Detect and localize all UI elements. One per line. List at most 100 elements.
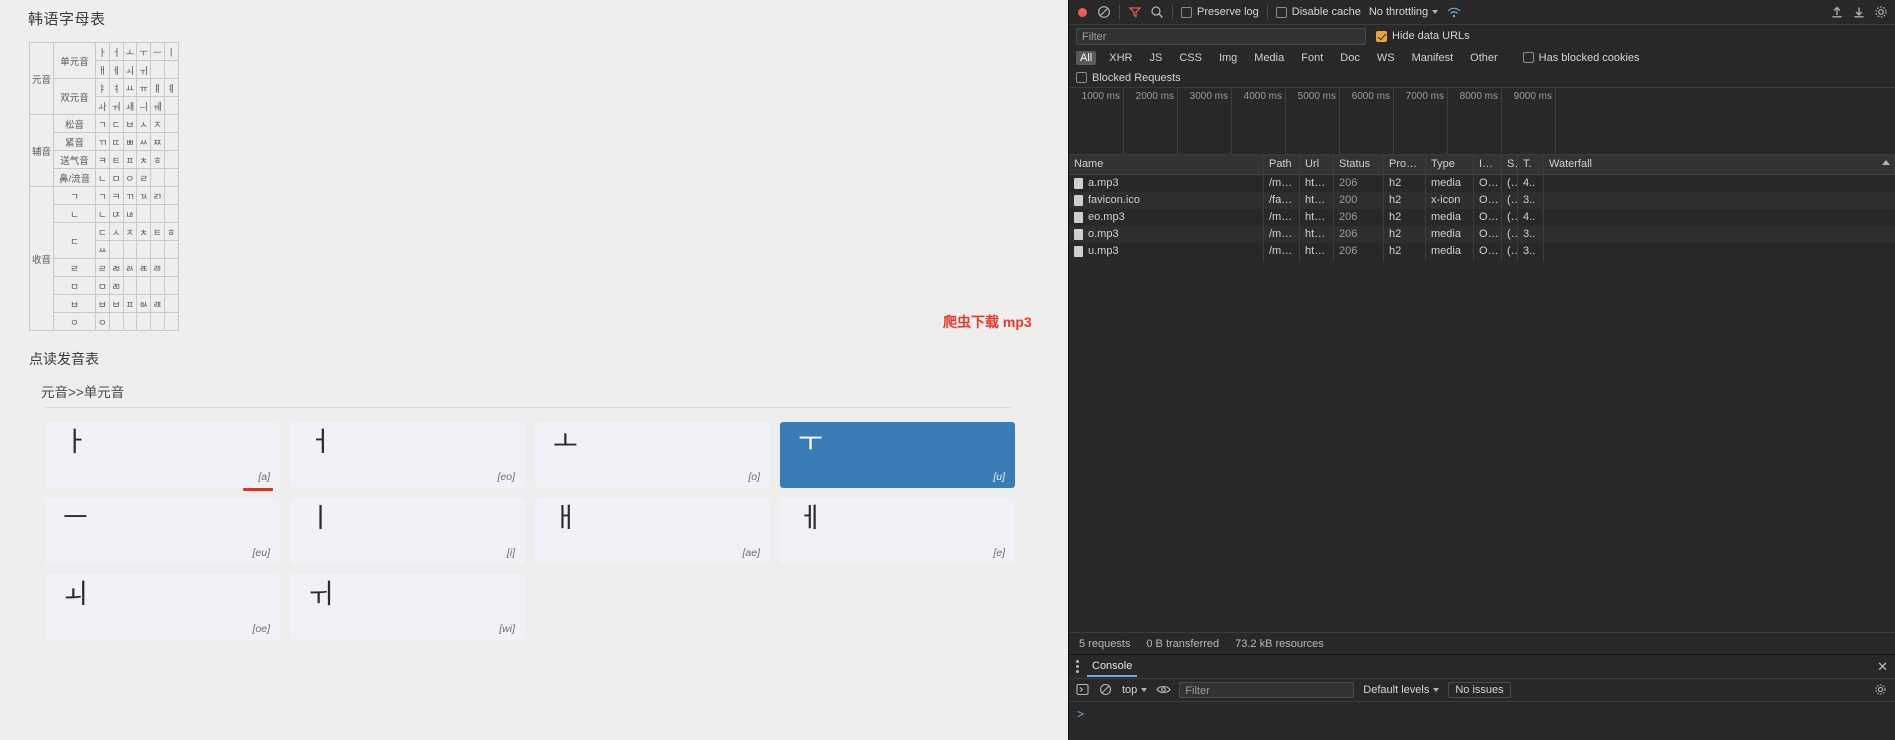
network-timeline-overview[interactable]: 1000 ms 2000 ms 3000 ms 4000 ms 5000 ms 6000 … xyxy=(1069,88,1895,155)
network-request-list[interactable]: a.mp3/m…htt…206h2mediaO…(…4..favicon.ico… xyxy=(1069,175,1895,632)
gear-icon[interactable] xyxy=(1874,5,1888,19)
preserve-log-checkbox[interactable]: Preserve log xyxy=(1181,6,1259,18)
console-filter-input[interactable]: Filter xyxy=(1179,682,1355,698)
vowel-ipa-label: [wi] xyxy=(499,623,515,635)
column-header-size[interactable]: S xyxy=(1502,155,1518,174)
clear-console-icon[interactable] xyxy=(1099,683,1113,697)
console-prompt[interactable]: > xyxy=(1069,702,1895,740)
alphabet-cell xyxy=(136,240,152,259)
console-settings-gear-icon[interactable] xyxy=(1874,683,1888,697)
console-prompt-caret: > xyxy=(1077,707,1085,721)
vowel-card[interactable]: ㅐ [ae] xyxy=(535,498,770,564)
execute-icon[interactable] xyxy=(1076,683,1090,697)
alphabet-cell xyxy=(163,132,179,151)
type-filter-other[interactable]: Other xyxy=(1466,51,1502,65)
column-header-url[interactable]: Url xyxy=(1300,155,1334,174)
eye-icon[interactable] xyxy=(1156,683,1171,697)
alphabet-group-label: 收音 xyxy=(28,186,55,331)
funnel-icon[interactable] xyxy=(1128,5,1142,19)
export-har-icon[interactable] xyxy=(1852,5,1866,19)
alphabet-subgroup-label: ㄹ xyxy=(53,258,97,277)
type-filter-js[interactable]: JS xyxy=(1145,51,1166,65)
console-levels-dropdown[interactable]: Default levels xyxy=(1363,684,1440,696)
network-request-row[interactable]: u.mp3/m…htt…206h2mediaO…(…3.. xyxy=(1069,242,1895,261)
vowel-card[interactable]: ㅜ [u] xyxy=(780,422,1015,488)
network-request-row[interactable]: favicon.ico/fav…htt…200h2x-iconO…(…3.. xyxy=(1069,191,1895,210)
alphabet-cell: ㄴ xyxy=(95,168,110,187)
alphabet-cell: ㅆ xyxy=(136,132,152,151)
close-icon[interactable]: ✕ xyxy=(1877,659,1888,675)
file-icon xyxy=(1074,246,1083,257)
chevron-down-icon xyxy=(1432,10,1439,14)
request-name-label: u.mp3 xyxy=(1088,245,1119,257)
network-request-row[interactable]: a.mp3/m…htt…206h2mediaO…(…4.. xyxy=(1069,175,1895,193)
alphabet-cell: ㅁ xyxy=(108,168,124,187)
type-filter-img[interactable]: Img xyxy=(1215,51,1241,65)
annotation-underline xyxy=(243,488,273,491)
type-filter-doc[interactable]: Doc xyxy=(1336,51,1364,65)
wifi-icon[interactable] xyxy=(1446,5,1461,19)
throttling-dropdown[interactable]: No throttling xyxy=(1369,6,1439,18)
alphabet-subgroup-label: ㄱ xyxy=(53,186,97,205)
vowel-ipa-label: [i] xyxy=(506,547,515,559)
column-header-time[interactable]: T. xyxy=(1518,155,1544,174)
more-options-icon[interactable] xyxy=(1076,660,1079,673)
column-header-status[interactable]: Status xyxy=(1334,155,1384,174)
alphabet-cell: ㄸ xyxy=(108,132,124,151)
blocked-requests-label: Blocked Requests xyxy=(1092,71,1181,84)
import-har-icon[interactable] xyxy=(1830,5,1844,19)
column-header-path[interactable]: Path xyxy=(1264,155,1300,174)
vowel-card[interactable]: ㅣ [i] xyxy=(290,498,525,564)
vowel-card[interactable]: ㅓ [eo] xyxy=(290,422,525,488)
disable-cache-checkbox[interactable]: Disable cache xyxy=(1275,6,1361,18)
alphabet-subgroup-label: ㅁ xyxy=(53,276,97,295)
type-filter-all[interactable]: All xyxy=(1076,50,1097,65)
no-issues-button[interactable]: No issues xyxy=(1448,682,1511,698)
vowel-glyph: ㅐ xyxy=(553,503,578,534)
vowel-card[interactable]: ㅚ [oe] xyxy=(45,574,280,640)
page-title: 韩语字母表 xyxy=(28,11,106,28)
network-filter-input[interactable]: Filter xyxy=(1076,27,1366,45)
vowel-card[interactable]: ㅏ [a] xyxy=(45,422,280,491)
column-header-name[interactable]: Name xyxy=(1069,155,1264,174)
column-header-initiator[interactable]: I… xyxy=(1474,155,1502,174)
alphabet-cell: ㅌ xyxy=(150,222,165,241)
blocked-requests-checkbox[interactable]: Blocked Requests xyxy=(1076,72,1181,84)
column-header-type[interactable]: Type xyxy=(1426,155,1474,174)
alphabet-cell xyxy=(163,204,179,223)
vowel-card[interactable]: ㅔ [e] xyxy=(780,498,1015,564)
alphabet-cell xyxy=(163,312,179,331)
column-header-waterfall[interactable]: Waterfall xyxy=(1544,155,1895,174)
vowel-card[interactable]: ㅗ [o] xyxy=(535,422,770,488)
network-request-row[interactable]: eo.mp3/m…htt…206h2mediaO…(…4.. xyxy=(1069,208,1895,227)
record-dot-icon[interactable] xyxy=(1078,7,1087,17)
alphabet-cell: ㅣ xyxy=(163,42,179,61)
column-header-protocol[interactable]: Pro… xyxy=(1384,155,1426,174)
type-filter-css[interactable]: CSS xyxy=(1175,51,1206,65)
type-filter-xhr[interactable]: XHR xyxy=(1105,51,1136,65)
alphabet-cell xyxy=(122,312,138,331)
type-filter-font[interactable]: Font xyxy=(1297,51,1327,65)
clear-icon[interactable] xyxy=(1097,5,1111,19)
hide-data-urls-checkbox[interactable]: Hide data URLs xyxy=(1376,30,1470,42)
alphabet-cell: ㅇ xyxy=(122,168,138,187)
alphabet-subgroup-label: 紧音 xyxy=(53,132,97,151)
alphabet-cell: ㅟ xyxy=(136,60,152,79)
network-request-row[interactable]: o.mp3/m…htt…206h2mediaO…(…3.. xyxy=(1069,225,1895,244)
timeline-tick: 2000 ms xyxy=(1136,88,1178,154)
timeline-tick-label: 5000 ms xyxy=(1297,91,1336,102)
vowel-ipa-label: [eo] xyxy=(497,471,515,483)
alphabet-subgroup-label: 松音 xyxy=(53,114,97,133)
type-filter-manifest[interactable]: Manifest xyxy=(1408,51,1458,65)
vowel-card[interactable]: ㅡ [eu] xyxy=(45,498,280,564)
tab-console[interactable]: Console xyxy=(1087,657,1138,677)
vowel-glyph: ㅜ xyxy=(798,427,823,458)
alphabet-row: 辅音 松音ㄱㄷㅂㅅㅈ xyxy=(28,114,179,187)
type-filter-ws[interactable]: WS xyxy=(1373,51,1399,65)
type-filter-media[interactable]: Media xyxy=(1250,51,1288,65)
search-icon[interactable] xyxy=(1150,5,1164,19)
vowel-card[interactable]: ㅟ [wi] xyxy=(290,574,525,640)
has-blocked-cookies-checkbox[interactable]: Has blocked cookies xyxy=(1522,52,1640,64)
alphabet-cell xyxy=(163,168,179,187)
console-context-dropdown[interactable]: top xyxy=(1122,684,1148,696)
